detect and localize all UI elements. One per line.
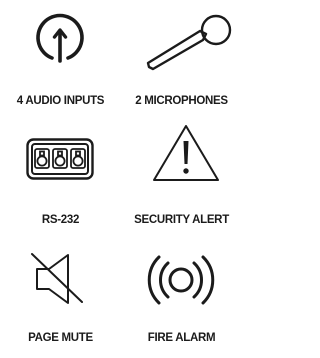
warning-triangle-icon [153,125,219,181]
speaker-muted-icon [31,253,83,304]
microphone-icon [146,14,232,71]
feature-label-security-alert: SECURITY ALERT [134,214,229,226]
feature-label-rs232: RS-232 [41,214,80,226]
feature-label-audio-inputs: 4 AUDIO INPUTS [16,95,105,107]
feature-label-microphones: 2 MICROPHONES [135,95,228,107]
feature-label-page-mute: PAGE MUTE [28,332,93,344]
alarm-siren-icon [147,255,215,305]
power-plug-icon [36,13,84,63]
serial-port-icon [26,138,94,180]
feature-label-fire-alarm: FIRE ALARM [147,332,216,344]
